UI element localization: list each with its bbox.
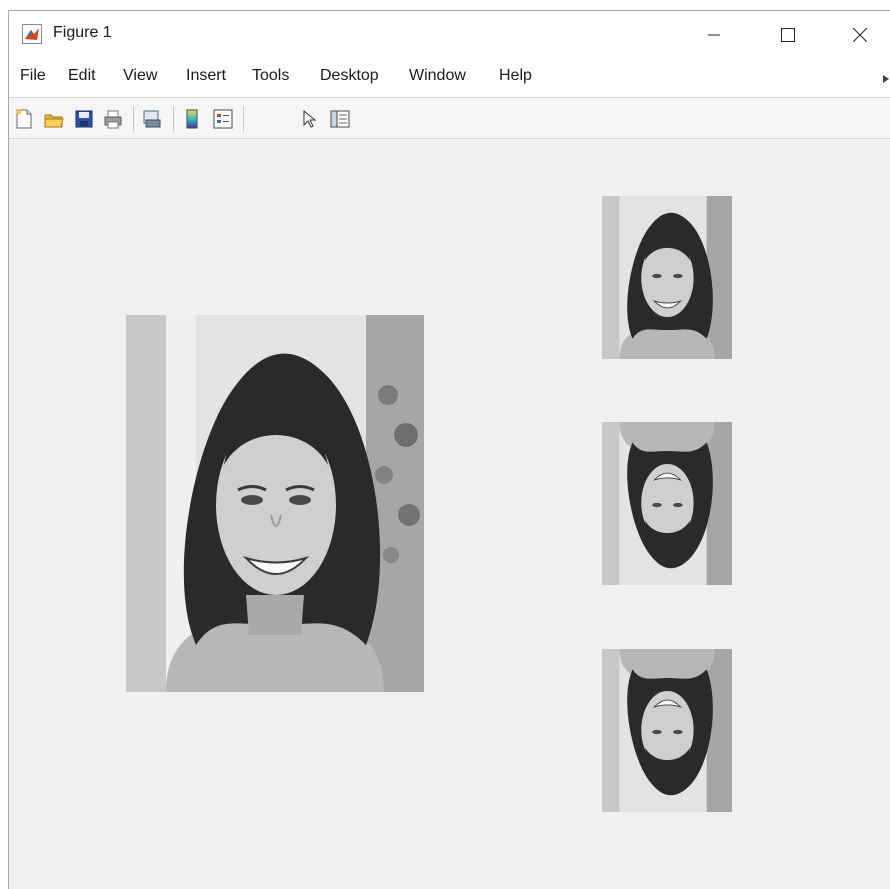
minimize-button[interactable]	[685, 15, 743, 55]
save-icon[interactable]	[73, 108, 95, 130]
menu-desktop[interactable]: Desktop	[320, 67, 379, 85]
figure-window: Figure 1 File Edit View Insert Tools Des…	[8, 10, 890, 889]
toolbar-separator	[243, 106, 244, 132]
menu-file[interactable]: File	[20, 67, 46, 85]
print-preview-icon[interactable]	[141, 108, 163, 130]
insert-legend-icon[interactable]	[212, 108, 234, 130]
portrait-image-main	[126, 315, 424, 692]
figure-toolbar	[9, 97, 890, 139]
select-arrow-icon[interactable]	[299, 108, 321, 130]
menu-insert[interactable]: Insert	[186, 67, 226, 85]
property-inspector-icon[interactable]	[329, 108, 351, 130]
portrait-graphic	[602, 649, 732, 812]
menu-view[interactable]: View	[123, 67, 157, 85]
portrait-graphic	[126, 315, 424, 692]
menu-window[interactable]: Window	[409, 67, 466, 85]
portrait-graphic	[602, 196, 732, 359]
print-icon[interactable]	[102, 108, 124, 130]
toolbar-separator	[173, 106, 174, 132]
portrait-thumbnail-flipped-1	[602, 422, 732, 585]
portrait-thumbnail-flipped-2	[602, 649, 732, 812]
menu-bar: File Edit View Insert Tools Desktop Wind…	[9, 57, 890, 97]
new-figure-icon[interactable]	[13, 108, 35, 130]
close-icon	[853, 28, 867, 42]
maximize-icon	[781, 28, 795, 42]
menu-overflow-arrow-icon[interactable]	[883, 75, 889, 83]
close-button[interactable]	[831, 15, 889, 55]
maximize-button[interactable]	[759, 15, 817, 55]
window-title: Figure 1	[53, 24, 112, 41]
menu-edit[interactable]: Edit	[68, 67, 96, 85]
insert-colorbar-icon[interactable]	[181, 108, 203, 130]
title-bar[interactable]: Figure 1	[9, 11, 890, 57]
open-file-icon[interactable]	[43, 108, 65, 130]
figure-canvas[interactable]	[9, 139, 890, 889]
portrait-thumbnail-original	[602, 196, 732, 359]
menu-help[interactable]: Help	[499, 67, 532, 85]
menu-tools[interactable]: Tools	[252, 67, 289, 85]
portrait-graphic	[602, 422, 732, 585]
toolbar-separator	[133, 106, 134, 132]
minimize-icon	[708, 34, 720, 36]
matlab-logo-icon	[22, 24, 42, 44]
